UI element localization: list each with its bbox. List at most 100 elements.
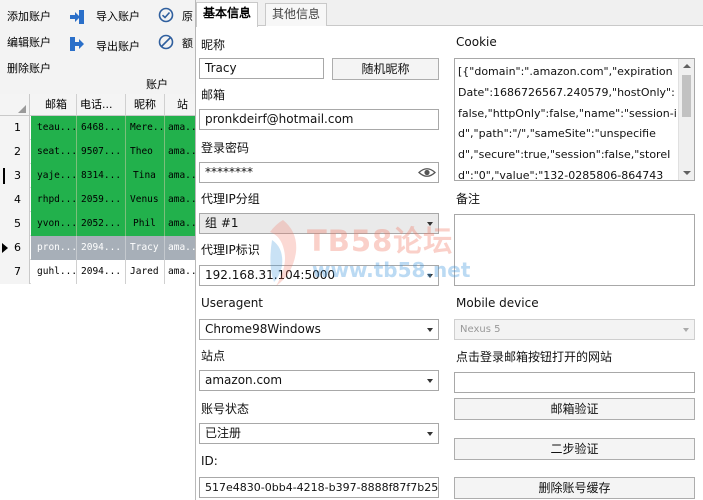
cell-site[interactable]: ama...: [165, 140, 196, 164]
site-value: amazon.com: [205, 373, 283, 387]
chevron-down-icon[interactable]: [678, 320, 694, 339]
cell-nickname[interactable]: Venus: [126, 188, 165, 212]
cookie-scrollbar[interactable]: [678, 59, 694, 180]
table-row[interactable]: 5 yvon... 2052... Phil ama...: [0, 212, 196, 236]
password-label: 登录密码: [201, 141, 250, 155]
delete-account-button[interactable]: 删除账户: [7, 59, 51, 79]
email-verify-button[interactable]: 邮箱验证: [454, 398, 695, 420]
cell-email[interactable]: pron...: [31, 236, 77, 260]
open-site-label: 点击登录邮箱按钮打开的网站: [456, 350, 613, 364]
table-row-selected[interactable]: 6 pron... 2094... Tracy ama...: [0, 236, 196, 260]
export-account-button[interactable]: 导出账户: [96, 37, 140, 57]
table-row[interactable]: 4 rhpd... 2059... Venus ama...: [0, 188, 196, 212]
cookie-text: [{"domain":".amazon.com","expirationDate…: [458, 65, 677, 181]
two-step-verify-button[interactable]: 二步验证: [454, 438, 695, 460]
cell-email[interactable]: yaje...: [31, 164, 77, 188]
cell-email[interactable]: teau...: [31, 116, 77, 140]
email-input[interactable]: pronkdeirf@hotmail.com: [199, 109, 439, 130]
watermark-text-cn: TB58论坛: [307, 224, 454, 258]
clear-account-cache-button[interactable]: 删除账号缓存: [454, 477, 695, 499]
table-row[interactable]: 7 guhl... 2094... Jared ama...: [0, 260, 196, 284]
scroll-down-icon[interactable]: [683, 171, 691, 175]
check-circle-icon[interactable]: [158, 7, 174, 23]
scroll-up-icon[interactable]: [683, 64, 691, 68]
watermark-url: www.tb58.net: [312, 258, 471, 282]
cell-nickname[interactable]: Mere...: [126, 116, 165, 140]
cell-nickname[interactable]: Tina: [126, 164, 165, 188]
id-field[interactable]: 517e4830-0bb4-4218-b397-8888f87f7b25: [199, 477, 439, 498]
chevron-down-icon[interactable]: [422, 371, 438, 390]
col-header-phone[interactable]: 电话...: [77, 94, 126, 116]
cell-email[interactable]: yvon...: [31, 212, 77, 236]
toolbar-group-label: 账户: [146, 78, 168, 91]
import-account-button[interactable]: 导入账户: [96, 7, 140, 27]
cell-site[interactable]: ama...: [165, 116, 196, 140]
mobile-device-select[interactable]: Nexus 5: [454, 319, 695, 340]
useragent-select[interactable]: Chrome98Windows: [199, 319, 439, 340]
cell-site[interactable]: ama...: [165, 212, 196, 236]
accounts-grid: 邮箱 电话... 昵称 站 1 teau... 6468... Mere... …: [0, 94, 196, 500]
cell-nickname[interactable]: Tracy: [126, 236, 165, 260]
table-row[interactable]: 1 teau... 6468... Mere... ama...: [0, 116, 196, 140]
open-site-input[interactable]: [454, 372, 695, 393]
account-status-select[interactable]: 已注册: [199, 423, 439, 444]
site-select[interactable]: amazon.com: [199, 370, 439, 391]
cell-phone[interactable]: 9507...: [77, 140, 126, 164]
cell-phone[interactable]: 2059...: [77, 188, 126, 212]
row-number: 2: [0, 140, 30, 164]
cell-phone[interactable]: 8314...: [77, 164, 126, 188]
chevron-down-icon[interactable]: [422, 320, 438, 339]
block-icon[interactable]: [158, 34, 174, 50]
cell-phone[interactable]: 2094...: [77, 236, 126, 260]
cell-email[interactable]: seat...: [31, 140, 77, 164]
account-toolbar: 添加账户 导入账户 原 编辑账户 导出账户 额 删除账户 账户: [0, 0, 196, 94]
proxy-group-value: 组 #1: [205, 216, 239, 230]
export-icon[interactable]: [69, 36, 85, 52]
chevron-down-icon[interactable]: [422, 424, 438, 443]
id-label: ID:: [201, 454, 218, 468]
useragent-label: Useragent: [201, 296, 264, 310]
grid-corner[interactable]: [0, 94, 30, 116]
cookie-label: Cookie: [456, 35, 497, 49]
mobile-device-value: Nexus 5: [460, 324, 501, 335]
account-status-value: 已注册: [205, 426, 242, 440]
grid-header: 邮箱 电话... 昵称 站: [0, 94, 196, 116]
edit-account-button[interactable]: 编辑账户: [7, 33, 51, 53]
notes-textarea[interactable]: [454, 214, 695, 286]
cell-nickname[interactable]: Theo: [126, 140, 165, 164]
cell-site[interactable]: ama...: [165, 188, 196, 212]
cell-nickname[interactable]: Jared: [126, 260, 165, 284]
nickname-input[interactable]: Tracy: [199, 58, 324, 79]
useragent-value: Chrome98Windows: [205, 322, 321, 336]
cell-phone[interactable]: 6468...: [77, 116, 126, 140]
cell-nickname[interactable]: Phil: [126, 212, 165, 236]
row-number: 5: [0, 212, 30, 236]
random-nickname-button[interactable]: 随机昵称: [332, 58, 439, 80]
cell-site[interactable]: ama...: [165, 236, 196, 260]
cell-email[interactable]: guhl...: [31, 260, 77, 284]
eye-icon[interactable]: [418, 165, 436, 180]
row-number: 1: [0, 116, 30, 140]
tab-other-info[interactable]: 其他信息: [265, 3, 328, 26]
email-label: 邮箱: [201, 88, 226, 102]
password-input[interactable]: ********: [199, 162, 439, 183]
scroll-thumb[interactable]: [682, 75, 691, 117]
cell-phone[interactable]: 2094...: [77, 260, 126, 284]
cell-site[interactable]: ama...: [165, 260, 196, 284]
add-account-button[interactable]: 添加账户: [7, 7, 51, 27]
import-icon[interactable]: [69, 9, 85, 25]
col-header-site[interactable]: 站: [165, 94, 196, 116]
cell-phone[interactable]: 2052...: [77, 212, 126, 236]
proxy-group-label: 代理IP分组: [201, 192, 260, 206]
col-header-email[interactable]: 邮箱: [31, 94, 77, 116]
toolbar-truncated-label-1[interactable]: 原: [182, 7, 193, 27]
password-value: ********: [205, 165, 253, 179]
toolbar-truncated-label-2[interactable]: 额: [182, 34, 193, 54]
cookie-textarea[interactable]: [{"domain":".amazon.com","expirationDate…: [454, 58, 695, 181]
cell-site[interactable]: ama...: [165, 164, 196, 188]
table-row[interactable]: 2 seat... 9507... Theo ama...: [0, 140, 196, 164]
cell-email[interactable]: rhpd...: [31, 188, 77, 212]
tab-basic-info[interactable]: 基本信息: [196, 2, 259, 27]
table-row[interactable]: 3 yaje... 8314... Tina ama...: [0, 164, 196, 188]
col-header-nickname[interactable]: 昵称: [126, 94, 165, 116]
